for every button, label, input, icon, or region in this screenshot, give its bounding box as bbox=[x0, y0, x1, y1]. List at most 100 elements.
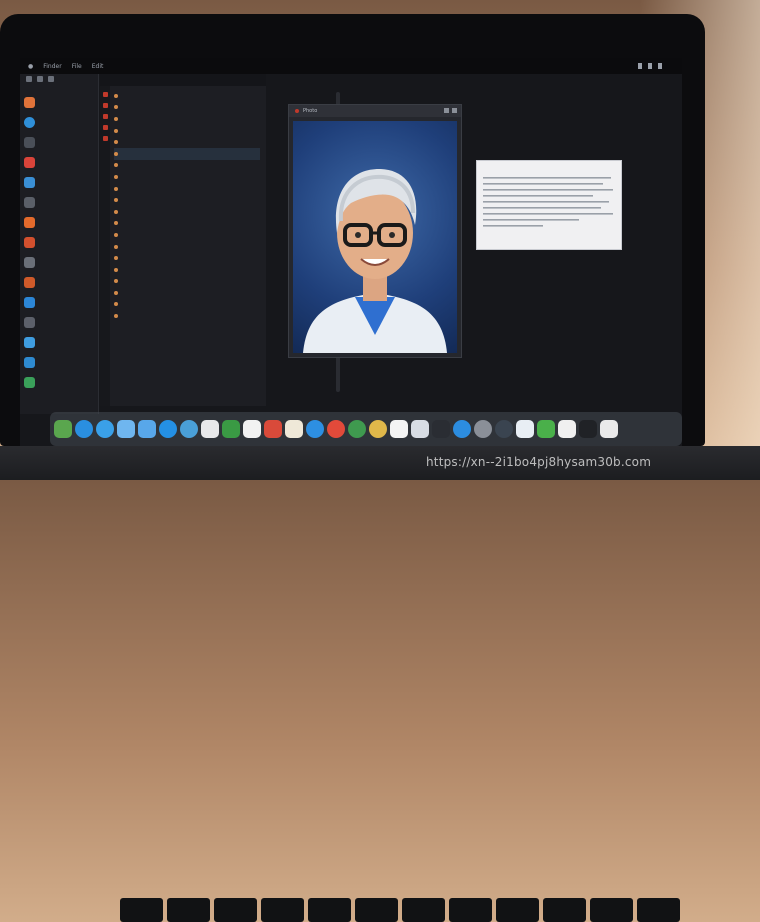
file-row[interactable] bbox=[114, 194, 260, 206]
dock-app-icon[interactable] bbox=[159, 420, 177, 438]
sidebar-item[interactable] bbox=[20, 312, 98, 332]
file-row[interactable] bbox=[114, 241, 260, 253]
close-icon[interactable] bbox=[295, 109, 299, 113]
file-browser-panel bbox=[100, 74, 340, 406]
dock-app-icon[interactable] bbox=[201, 420, 219, 438]
dock-app-icon[interactable] bbox=[327, 420, 345, 438]
sidebar-item[interactable] bbox=[20, 372, 98, 392]
dock-app-icon[interactable] bbox=[180, 420, 198, 438]
view-icon[interactable] bbox=[48, 76, 54, 82]
file-icon bbox=[114, 279, 118, 284]
app-icon bbox=[24, 276, 35, 288]
dock-app-icon[interactable] bbox=[600, 420, 618, 438]
back-icon[interactable] bbox=[26, 76, 32, 82]
sidebar-item[interactable] bbox=[20, 332, 98, 352]
file-icon bbox=[114, 93, 118, 98]
keyboard-key bbox=[261, 898, 304, 922]
sidebar-item[interactable] bbox=[20, 132, 98, 152]
file-row[interactable] bbox=[114, 287, 260, 299]
dock-app-icon[interactable] bbox=[537, 420, 555, 438]
file-row[interactable] bbox=[114, 102, 260, 114]
sidebar-item[interactable] bbox=[20, 152, 98, 172]
sidebar-item[interactable] bbox=[20, 272, 98, 292]
share-icon[interactable] bbox=[444, 108, 449, 113]
dock-app-icon[interactable] bbox=[348, 420, 366, 438]
sidebar-item[interactable] bbox=[20, 112, 98, 132]
sidebar-item[interactable] bbox=[20, 172, 98, 192]
dock-app-icon[interactable] bbox=[117, 420, 135, 438]
file-row[interactable] bbox=[114, 160, 260, 172]
laptop-screen: ● Finder File Edit Photo bbox=[20, 58, 682, 450]
dock-app-icon[interactable] bbox=[579, 420, 597, 438]
dock-app-icon[interactable] bbox=[495, 420, 513, 438]
app-icon bbox=[24, 336, 35, 348]
file-row[interactable] bbox=[114, 206, 260, 218]
file-row[interactable] bbox=[114, 299, 260, 311]
forward-icon[interactable] bbox=[37, 76, 43, 82]
app-icon bbox=[24, 316, 35, 328]
dock-app-icon[interactable] bbox=[453, 420, 471, 438]
menu-item-edit[interactable]: Edit bbox=[92, 63, 104, 70]
app-icon bbox=[24, 156, 35, 168]
app-icon bbox=[24, 196, 35, 208]
dock-app-icon[interactable] bbox=[264, 420, 282, 438]
dock-app-icon[interactable] bbox=[558, 420, 576, 438]
dock-app-icon[interactable] bbox=[411, 420, 429, 438]
menu-bar: ● Finder File Edit bbox=[20, 58, 682, 74]
file-icon bbox=[114, 186, 118, 191]
sidebar-item[interactable] bbox=[20, 212, 98, 232]
battery-icon[interactable] bbox=[648, 63, 652, 69]
dock-app-icon[interactable] bbox=[369, 420, 387, 438]
file-icon bbox=[114, 244, 118, 249]
menu-item-file[interactable]: File bbox=[72, 63, 82, 70]
file-row-selected[interactable] bbox=[114, 147, 260, 160]
dock-app-icon[interactable] bbox=[516, 420, 534, 438]
dock-app-icon[interactable] bbox=[222, 420, 240, 438]
file-row[interactable] bbox=[114, 264, 260, 276]
dock-app-icon[interactable] bbox=[54, 420, 72, 438]
file-icon bbox=[114, 198, 118, 203]
file-row[interactable] bbox=[114, 113, 260, 125]
dock-app-icon[interactable] bbox=[75, 420, 93, 438]
file-row[interactable] bbox=[114, 252, 260, 264]
sidebar-item[interactable] bbox=[20, 292, 98, 312]
dock-app-icon[interactable] bbox=[138, 420, 156, 438]
dock-app-icon[interactable] bbox=[96, 420, 114, 438]
dock-app-icon[interactable] bbox=[285, 420, 303, 438]
sidebar-item[interactable] bbox=[20, 252, 98, 272]
file-row[interactable] bbox=[114, 310, 260, 322]
clock-icon[interactable] bbox=[658, 63, 662, 69]
file-row[interactable] bbox=[114, 171, 260, 183]
file-row[interactable] bbox=[114, 229, 260, 241]
apple-menu-icon[interactable]: ● bbox=[28, 63, 33, 70]
wifi-icon[interactable] bbox=[638, 63, 642, 69]
file-row[interactable] bbox=[114, 125, 260, 137]
file-row[interactable] bbox=[114, 136, 260, 148]
sidebar-item[interactable] bbox=[20, 352, 98, 372]
file-browser-tabs bbox=[100, 74, 266, 86]
file-row[interactable] bbox=[114, 276, 260, 288]
app-icon bbox=[24, 216, 35, 228]
file-row[interactable] bbox=[114, 183, 260, 195]
file-row[interactable] bbox=[114, 90, 260, 102]
dock-app-icon[interactable] bbox=[390, 420, 408, 438]
keyboard-key bbox=[120, 898, 163, 922]
portrait-illustration bbox=[303, 169, 447, 353]
image-viewer-titlebar[interactable]: Photo bbox=[289, 105, 461, 117]
dock-app-icon[interactable] bbox=[243, 420, 261, 438]
document-window[interactable] bbox=[476, 160, 622, 250]
app-icon bbox=[24, 256, 35, 268]
document-text-lines bbox=[483, 177, 613, 227]
menu-item-finder[interactable]: Finder bbox=[43, 63, 61, 70]
sidebar-item[interactable] bbox=[20, 192, 98, 212]
sidebar-item[interactable] bbox=[20, 92, 98, 112]
sidebar-item[interactable] bbox=[20, 232, 98, 252]
file-icon bbox=[114, 290, 118, 295]
dock-app-icon[interactable] bbox=[432, 420, 450, 438]
file-row[interactable] bbox=[114, 218, 260, 230]
fullscreen-icon[interactable] bbox=[452, 108, 457, 113]
app-sidebar bbox=[20, 74, 99, 414]
app-icon bbox=[24, 96, 35, 108]
dock-app-icon[interactable] bbox=[474, 420, 492, 438]
dock-app-icon[interactable] bbox=[306, 420, 324, 438]
